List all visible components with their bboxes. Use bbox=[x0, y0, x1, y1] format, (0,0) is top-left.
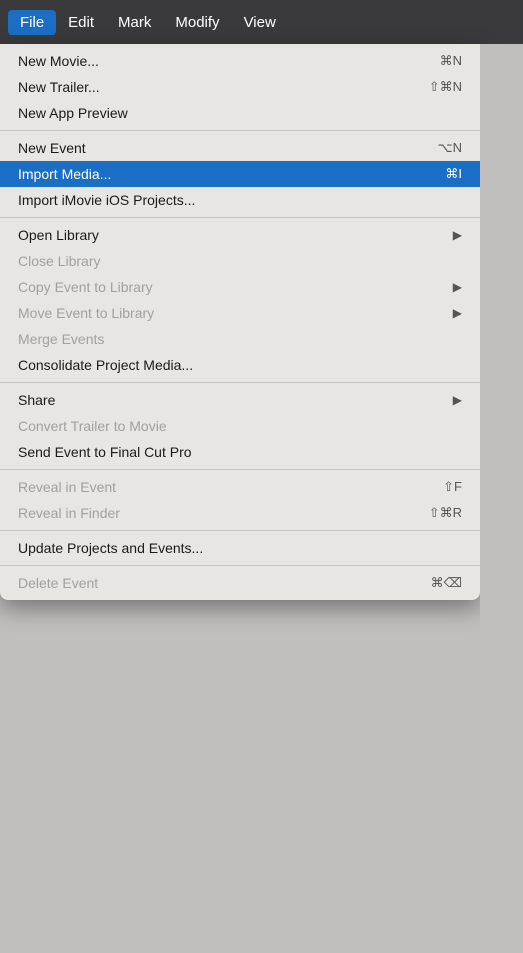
move-event-arrow: ▶ bbox=[453, 306, 462, 320]
merge-events-label: Merge Events bbox=[18, 331, 104, 347]
menu-section-4: Share ▶ Convert Trailer to Movie Send Ev… bbox=[0, 383, 480, 470]
menu-bar: File Edit Mark Modify View bbox=[0, 0, 523, 44]
reveal-event-label: Reveal in Event bbox=[18, 479, 116, 495]
menu-item-move-event: Move Event to Library ▶ bbox=[0, 300, 480, 326]
menu-section-1: New Movie... ⌘N New Trailer... ⇧⌘N New A… bbox=[0, 44, 480, 131]
menu-item-new-event[interactable]: New Event ⌥N bbox=[0, 135, 480, 161]
menu-section-2: New Event ⌥N Import Media... ⌘I Import i… bbox=[0, 131, 480, 218]
menu-item-new-app-preview[interactable]: New App Preview bbox=[0, 100, 480, 126]
send-final-cut-label: Send Event to Final Cut Pro bbox=[18, 444, 192, 460]
menu-item-copy-event: Copy Event to Library ▶ bbox=[0, 274, 480, 300]
menu-section-3: Open Library ▶ Close Library Copy Event … bbox=[0, 218, 480, 383]
menu-item-open-library[interactable]: Open Library ▶ bbox=[0, 222, 480, 248]
share-arrow: ▶ bbox=[453, 393, 462, 407]
import-media-shortcut: ⌘I bbox=[445, 166, 462, 182]
menu-item-delete-event: Delete Event ⌘⌫ bbox=[0, 570, 480, 596]
menu-item-close-library: Close Library bbox=[0, 248, 480, 274]
menu-item-new-movie[interactable]: New Movie... ⌘N bbox=[0, 48, 480, 74]
delete-event-label: Delete Event bbox=[18, 575, 98, 591]
import-media-label: Import Media... bbox=[18, 166, 111, 182]
open-library-arrow: ▶ bbox=[453, 228, 462, 242]
copy-event-arrow: ▶ bbox=[453, 280, 462, 294]
menu-bar-modify[interactable]: Modify bbox=[163, 10, 231, 35]
reveal-finder-shortcut: ⇧⌘R bbox=[429, 505, 462, 521]
menu-bar-view[interactable]: View bbox=[232, 10, 288, 35]
reveal-finder-label: Reveal in Finder bbox=[18, 505, 120, 521]
new-movie-label: New Movie... bbox=[18, 53, 99, 69]
menu-item-new-trailer[interactable]: New Trailer... ⇧⌘N bbox=[0, 74, 480, 100]
new-trailer-label: New Trailer... bbox=[18, 79, 100, 95]
menu-bar-edit[interactable]: Edit bbox=[56, 10, 106, 35]
new-event-label: New Event bbox=[18, 140, 86, 156]
menu-item-update-projects[interactable]: Update Projects and Events... bbox=[0, 535, 480, 561]
menu-section-5: Reveal in Event ⇧F Reveal in Finder ⇧⌘R bbox=[0, 470, 480, 531]
menu-item-convert-trailer: Convert Trailer to Movie bbox=[0, 413, 480, 439]
menu-item-merge-events: Merge Events bbox=[0, 326, 480, 352]
new-event-shortcut: ⌥N bbox=[438, 140, 462, 156]
open-library-label: Open Library bbox=[18, 227, 99, 243]
menu-item-import-media[interactable]: Import Media... ⌘I bbox=[0, 161, 480, 187]
file-dropdown-menu: New Movie... ⌘N New Trailer... ⇧⌘N New A… bbox=[0, 44, 480, 600]
menu-item-import-imovie[interactable]: Import iMovie iOS Projects... bbox=[0, 187, 480, 213]
close-library-label: Close Library bbox=[18, 253, 100, 269]
new-trailer-shortcut: ⇧⌘N bbox=[429, 79, 462, 95]
menu-item-share[interactable]: Share ▶ bbox=[0, 387, 480, 413]
reveal-event-shortcut: ⇧F bbox=[443, 479, 462, 495]
convert-trailer-label: Convert Trailer to Movie bbox=[18, 418, 167, 434]
move-event-label: Move Event to Library bbox=[18, 305, 154, 321]
menu-section-6: Update Projects and Events... bbox=[0, 531, 480, 566]
menu-item-send-final-cut[interactable]: Send Event to Final Cut Pro bbox=[0, 439, 480, 465]
new-movie-shortcut: ⌘N bbox=[440, 53, 462, 69]
menu-item-reveal-finder: Reveal in Finder ⇧⌘R bbox=[0, 500, 480, 526]
import-imovie-label: Import iMovie iOS Projects... bbox=[18, 192, 195, 208]
consolidate-label: Consolidate Project Media... bbox=[18, 357, 193, 373]
copy-event-label: Copy Event to Library bbox=[18, 279, 153, 295]
delete-event-shortcut: ⌘⌫ bbox=[431, 575, 462, 591]
menu-section-7: Delete Event ⌘⌫ bbox=[0, 566, 480, 600]
menu-bar-mark[interactable]: Mark bbox=[106, 10, 163, 35]
menu-item-consolidate[interactable]: Consolidate Project Media... bbox=[0, 352, 480, 378]
background-app bbox=[480, 44, 523, 953]
new-app-preview-label: New App Preview bbox=[18, 105, 128, 121]
menu-bar-file[interactable]: File bbox=[8, 10, 56, 35]
update-projects-label: Update Projects and Events... bbox=[18, 540, 203, 556]
share-label: Share bbox=[18, 392, 55, 408]
menu-item-reveal-event: Reveal in Event ⇧F bbox=[0, 474, 480, 500]
